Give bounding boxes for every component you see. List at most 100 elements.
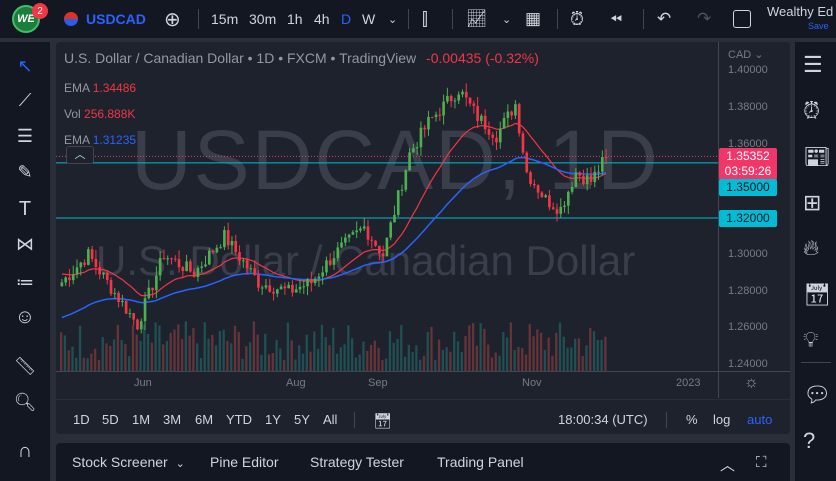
volume-bar [600, 339, 603, 371]
hline-label-2[interactable]: 1.32000 [719, 210, 777, 227]
tab-stock-screener[interactable]: Stock Screener ⌄ [72, 454, 185, 470]
candle-body [468, 97, 472, 104]
volume-bar [498, 355, 501, 371]
range-3m[interactable]: 3M [163, 412, 181, 427]
candle-body [124, 300, 128, 314]
time-label: Aug [286, 377, 306, 389]
prediction-icon[interactable]: ≔ [13, 270, 37, 294]
settings-gear-icon[interactable]: ☼ [744, 374, 759, 392]
utc-clock[interactable]: 18:00:34 (UTC) [558, 412, 648, 427]
chart-pane[interactable]: USDCAD, 1D U.S. Dollar / Canadian Dollar… [56, 42, 790, 434]
volume-bar [335, 353, 339, 371]
undo-icon[interactable]: ↶ [657, 0, 671, 38]
trend-line-icon[interactable]: ⟋ [13, 88, 37, 112]
volume-bar [203, 322, 206, 371]
candle-body [525, 152, 529, 173]
ruler-icon[interactable]: 📏︎ [13, 354, 37, 378]
range-1d[interactable]: 1D [73, 412, 90, 427]
candle-body [385, 237, 389, 257]
symbol-search[interactable]: USDCAD [64, 0, 146, 38]
candle-type-icon[interactable]: ⫿ [422, 0, 428, 38]
volume-bar [97, 359, 101, 371]
candle-body [302, 286, 306, 288]
candle-body [283, 286, 287, 289]
tf-w[interactable]: W [362, 0, 375, 38]
volume-bar [453, 331, 456, 371]
auto-toggle[interactable]: auto [747, 412, 772, 427]
percent-toggle[interactable]: % [686, 412, 698, 427]
volume-bar [165, 341, 169, 371]
brush-icon[interactable]: ✎ [13, 160, 37, 184]
maximize-panel-icon[interactable]: ⛶ [756, 454, 767, 471]
tab-trading-panel[interactable]: Trading Panel [437, 454, 524, 470]
text-icon[interactable]: T [13, 197, 37, 221]
volume-bar [396, 338, 399, 371]
tf-15m[interactable]: 15m [211, 0, 238, 38]
alarm-clock-icon[interactable]: ⏰︎ [803, 98, 829, 124]
range-5y[interactable]: 5Y [294, 412, 310, 427]
tf-1h[interactable]: 1h [287, 0, 303, 38]
compare-add-icon[interactable]: ⊕ [164, 0, 181, 38]
candle-body [570, 186, 574, 192]
tf-d[interactable]: D [341, 0, 351, 38]
volume-bar [230, 343, 233, 371]
alert-clock-icon[interactable]: ⏰︎ [570, 0, 584, 38]
bar-countdown: 03:59:26 [724, 164, 772, 178]
fullscreen-icon[interactable] [733, 0, 751, 38]
volume-bar [78, 325, 82, 371]
chat-icon[interactable]: 💬︎ [803, 382, 831, 408]
range-1m[interactable]: 1M [132, 412, 150, 427]
layout-grid-icon[interactable]: ▦ [525, 0, 541, 38]
candle-body [529, 172, 532, 184]
chevron-down-icon[interactable]: ⌄ [502, 0, 511, 38]
range-6m[interactable]: 6M [195, 412, 213, 427]
replay-icon[interactable]: ⏪︎ [610, 0, 622, 38]
time-label: 2023 [676, 377, 701, 389]
calendar-icon[interactable]: 📅︎ [803, 282, 831, 308]
candle-body [94, 258, 98, 268]
help-icon[interactable]: ? [803, 428, 829, 454]
chevron-down-icon[interactable]: ⌄ [388, 0, 397, 38]
indicator-volume[interactable]: Vol 256.888K [64, 101, 136, 127]
indicators-icon[interactable]: 📈︎ [466, 0, 488, 38]
candle-body [268, 285, 272, 292]
tab-strategy-tester[interactable]: Strategy Tester [310, 454, 404, 470]
price-tick: 1.28000 [728, 284, 768, 297]
flag-icon [64, 12, 78, 26]
log-toggle[interactable]: log [713, 412, 730, 427]
expand-panel-icon[interactable]: ︿ [720, 454, 735, 475]
hotlist-fire-icon[interactable]: 🔥︎ [803, 235, 829, 261]
goto-date-icon[interactable]: 📅︎ [373, 412, 392, 430]
redo-icon[interactable]: ↷ [697, 0, 711, 38]
ideas-lightbulb-icon[interactable]: 💡︎ [803, 327, 829, 353]
emoji-icon[interactable]: ☺ [13, 305, 37, 329]
indicator-ema-fast[interactable]: EMA 1.34486 [64, 75, 136, 101]
tf-4h[interactable]: 4h [314, 0, 330, 38]
add-list-icon[interactable]: ⊞ [803, 190, 829, 216]
watchlist-icon[interactable]: ☰ [803, 52, 829, 78]
currency-selector[interactable]: CAD ⌄ [728, 48, 764, 61]
pattern-icon[interactable]: ⋈ [13, 232, 37, 256]
zoom-in-icon[interactable]: 🔍︎ [13, 390, 37, 414]
hline-label-1[interactable]: 1.35000 [719, 179, 777, 196]
candle-body [98, 267, 102, 275]
range-ytd[interactable]: YTD [226, 412, 252, 427]
time-label: Sep [368, 377, 388, 389]
collapse-legend-button[interactable]: ︿ [66, 146, 94, 164]
cursor-icon[interactable]: ↖ [13, 54, 37, 78]
price-tick: 1.40000 [728, 64, 768, 76]
candle-body [434, 114, 438, 118]
candle-body [117, 292, 120, 303]
tab-pine-editor[interactable]: Pine Editor [210, 454, 278, 470]
tf-30m[interactable]: 30m [249, 0, 276, 38]
range-5d[interactable]: 5D [102, 412, 119, 427]
layout-name-button[interactable]: Wealthy Ed Save [767, 0, 833, 38]
news-icon[interactable]: 📰︎ [803, 144, 831, 170]
candle-body [582, 175, 585, 184]
range-1y[interactable]: 1Y [265, 412, 281, 427]
magnet-icon[interactable]: ∩ [13, 439, 37, 463]
candle-body [502, 117, 506, 129]
fib-icon[interactable]: ☰ [13, 124, 37, 148]
range-all[interactable]: All [323, 412, 337, 427]
logo-button[interactable]: WE 2 [12, 0, 48, 38]
